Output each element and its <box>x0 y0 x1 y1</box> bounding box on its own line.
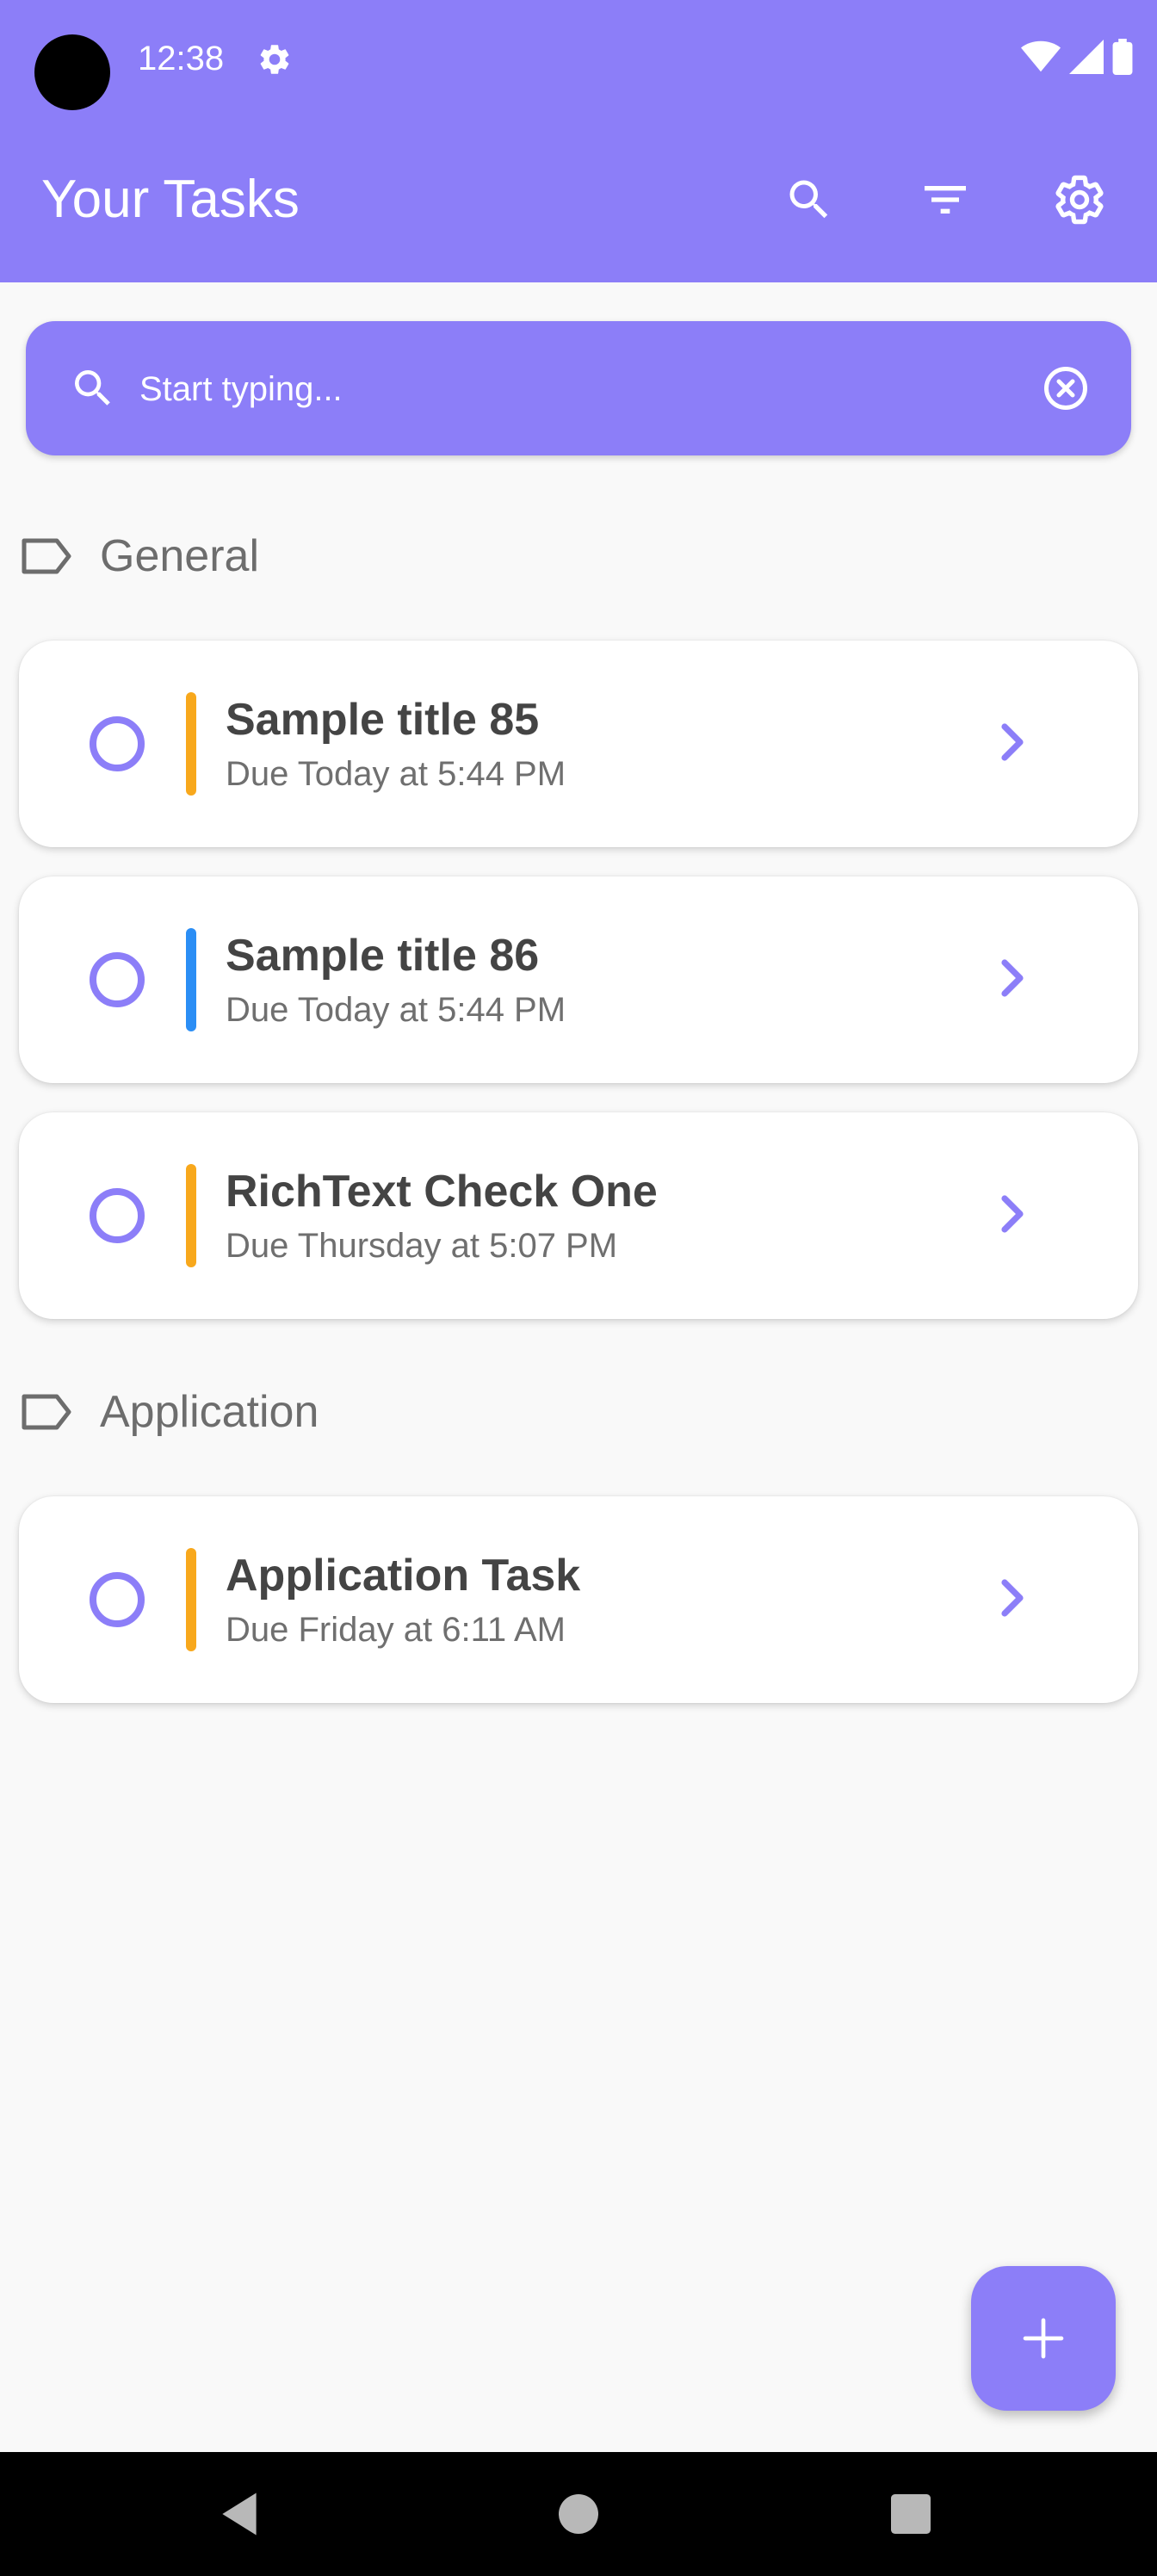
camera-cutout <box>34 34 110 110</box>
task-due-date: Due Today at 5:44 PM <box>226 755 566 793</box>
home-circle-icon <box>559 2494 598 2534</box>
plus-icon <box>1023 2318 1064 2359</box>
task-card[interactable]: Sample title 86 Due Today at 5:44 PM <box>19 876 1138 1083</box>
recents-square-icon <box>891 2494 931 2534</box>
label-tag-icon <box>22 538 71 574</box>
settings-button[interactable] <box>1043 164 1116 236</box>
search-icon <box>69 364 117 412</box>
task-card[interactable]: RichText Check One Due Thursday at 5:07 … <box>19 1112 1138 1319</box>
filter-icon <box>925 186 966 214</box>
chevron-right-icon[interactable] <box>981 1183 1043 1245</box>
chevron-right-icon[interactable] <box>981 1567 1043 1629</box>
section-label: General <box>100 531 259 581</box>
search-input[interactable] <box>138 356 1002 423</box>
back-button[interactable] <box>212 2486 267 2542</box>
home-button[interactable] <box>551 2486 606 2542</box>
priority-indicator <box>186 1548 196 1651</box>
task-card[interactable]: Application Task Due Friday at 6:11 AM <box>19 1496 1138 1703</box>
wifi-icon <box>1021 40 1061 78</box>
recents-button[interactable] <box>883 2486 938 2542</box>
complete-checkbox[interactable] <box>90 1572 145 1627</box>
complete-checkbox[interactable] <box>90 952 145 1007</box>
app-top-bar: 12:38 Your Tasks <box>0 0 1157 282</box>
search-button[interactable] <box>773 164 845 236</box>
status-gear-icon <box>257 41 293 77</box>
priority-indicator <box>186 692 196 796</box>
chevron-right-icon[interactable] <box>981 947 1043 1009</box>
label-tag-icon <box>22 1394 71 1430</box>
section-header-application: Application <box>21 1378 319 1446</box>
settings-icon <box>1055 175 1104 225</box>
search-icon <box>789 180 828 219</box>
status-icons <box>1021 38 1133 79</box>
back-triangle-icon <box>222 2492 257 2536</box>
system-navigation-bar <box>0 2452 1157 2576</box>
page-title: Your Tasks <box>41 170 300 229</box>
section-header-general: General <box>21 522 259 591</box>
task-due-date: Due Today at 5:44 PM <box>226 991 566 1029</box>
chevron-right-icon[interactable] <box>981 711 1043 773</box>
filter-button[interactable] <box>909 164 981 236</box>
complete-checkbox[interactable] <box>90 716 145 771</box>
task-due-date: Due Friday at 6:11 AM <box>226 1611 566 1649</box>
task-title: RichText Check One <box>226 1167 658 1217</box>
complete-checkbox[interactable] <box>90 1188 145 1243</box>
priority-indicator <box>186 1164 196 1267</box>
battery-icon <box>1112 38 1133 79</box>
task-title: Sample title 85 <box>226 695 540 745</box>
status-time: 12:38 <box>138 40 225 77</box>
task-title: Application Task <box>226 1551 581 1601</box>
cell-signal-icon <box>1069 39 1104 78</box>
task-due-date: Due Thursday at 5:07 PM <box>226 1227 618 1265</box>
clear-circle-icon <box>1044 367 1087 410</box>
priority-indicator <box>186 928 196 1031</box>
add-task-button[interactable] <box>971 2266 1116 2411</box>
status-bar: 12:38 <box>0 0 1157 117</box>
task-card[interactable]: Sample title 85 Due Today at 5:44 PM <box>19 641 1138 847</box>
search-bar <box>26 321 1131 455</box>
task-title: Sample title 86 <box>226 931 540 981</box>
clear-search-button[interactable] <box>1040 362 1092 414</box>
section-label: Application <box>100 1387 319 1437</box>
